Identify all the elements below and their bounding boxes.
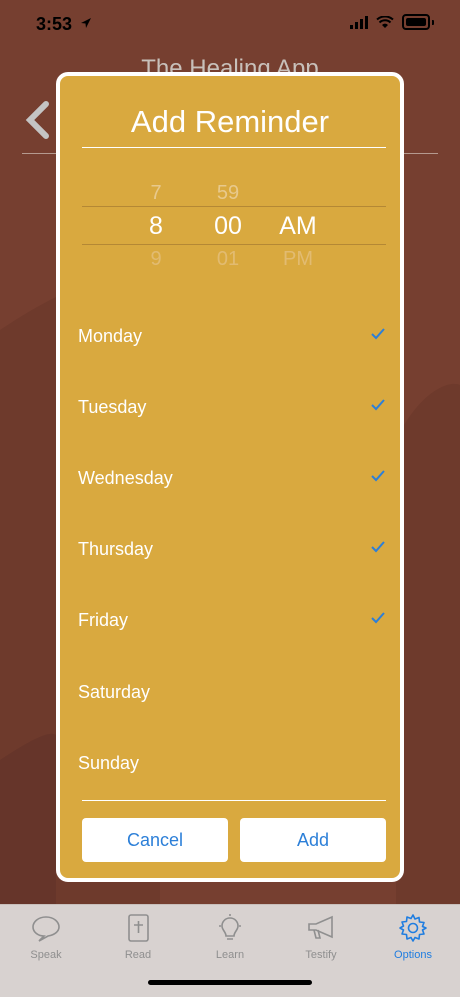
checkmark-icon — [371, 612, 385, 624]
period-selected: AM — [279, 212, 317, 240]
checkmark-icon — [371, 399, 385, 411]
day-label: Tuesday — [78, 397, 147, 417]
day-row-tuesday[interactable]: Tuesday — [60, 372, 400, 442]
add-reminder-modal: Add Reminder 7 8 9 59 00 01 AM PM Monday… — [56, 72, 404, 882]
gear-icon — [399, 914, 427, 942]
home-indicator — [148, 980, 312, 985]
day-row-saturday[interactable]: Saturday — [60, 657, 400, 727]
tab-speak[interactable]: Speak — [6, 913, 86, 961]
bible-icon — [128, 914, 149, 942]
day-row-thursday[interactable]: Thursday — [60, 514, 400, 584]
minute-prev: 59 — [216, 182, 240, 204]
day-label: Thursday — [78, 539, 154, 559]
hour-next: 9 — [150, 248, 162, 270]
day-label: Sunday — [78, 753, 140, 773]
buttons-divider — [82, 800, 386, 801]
status-time: 3:53 — [36, 14, 73, 34]
day-label: Friday — [78, 610, 129, 630]
status-bar: 3:53 — [0, 0, 460, 50]
picker-band-top — [82, 206, 386, 207]
checkmark-icon — [371, 328, 385, 340]
location-arrow-icon — [81, 18, 91, 28]
tab-label: Speak — [30, 949, 62, 961]
tab-options[interactable]: Options — [373, 913, 453, 961]
lightbulb-icon — [219, 914, 241, 940]
wifi-icon — [376, 15, 394, 28]
modal-title: Add Reminder — [130, 104, 330, 139]
period-next: PM — [283, 248, 313, 270]
title-divider — [82, 147, 386, 148]
tab-label: Testify — [305, 949, 337, 961]
megaphone-icon — [308, 915, 333, 939]
day-row-wednesday[interactable]: Wednesday — [60, 443, 400, 513]
battery-icon — [402, 14, 430, 30]
cancel-button[interactable]: Cancel — [82, 818, 228, 862]
back-chevron-icon[interactable] — [22, 100, 52, 140]
checkmark-icon — [371, 470, 385, 482]
tab-label: Options — [394, 949, 432, 961]
day-row-monday[interactable]: Monday — [60, 301, 400, 371]
tab-read[interactable]: Read — [98, 913, 178, 961]
add-button[interactable]: Add — [240, 818, 386, 862]
tab-label: Learn — [215, 949, 245, 961]
day-row-friday[interactable]: Friday — [60, 585, 400, 655]
tab-learn[interactable]: Learn — [190, 913, 270, 961]
minute-next: 01 — [216, 248, 240, 270]
speech-bubble-icon — [32, 916, 60, 942]
hour-selected: 8 — [149, 212, 163, 240]
battery-tip — [432, 19, 434, 25]
tab-testify[interactable]: Testify — [281, 913, 361, 961]
tab-label: Read — [124, 949, 152, 961]
minute-selected: 00 — [214, 212, 242, 240]
day-label: Monday — [78, 326, 143, 346]
time-picker[interactable]: 7 8 9 59 00 01 AM PM — [82, 176, 386, 276]
day-label: Saturday — [78, 682, 151, 702]
day-row-sunday[interactable]: Sunday — [60, 728, 400, 798]
hour-prev: 7 — [150, 182, 162, 204]
day-label: Wednesday — [78, 468, 173, 488]
checkmark-icon — [371, 541, 385, 553]
picker-band-bottom — [82, 244, 386, 245]
signal-icon — [350, 15, 368, 29]
